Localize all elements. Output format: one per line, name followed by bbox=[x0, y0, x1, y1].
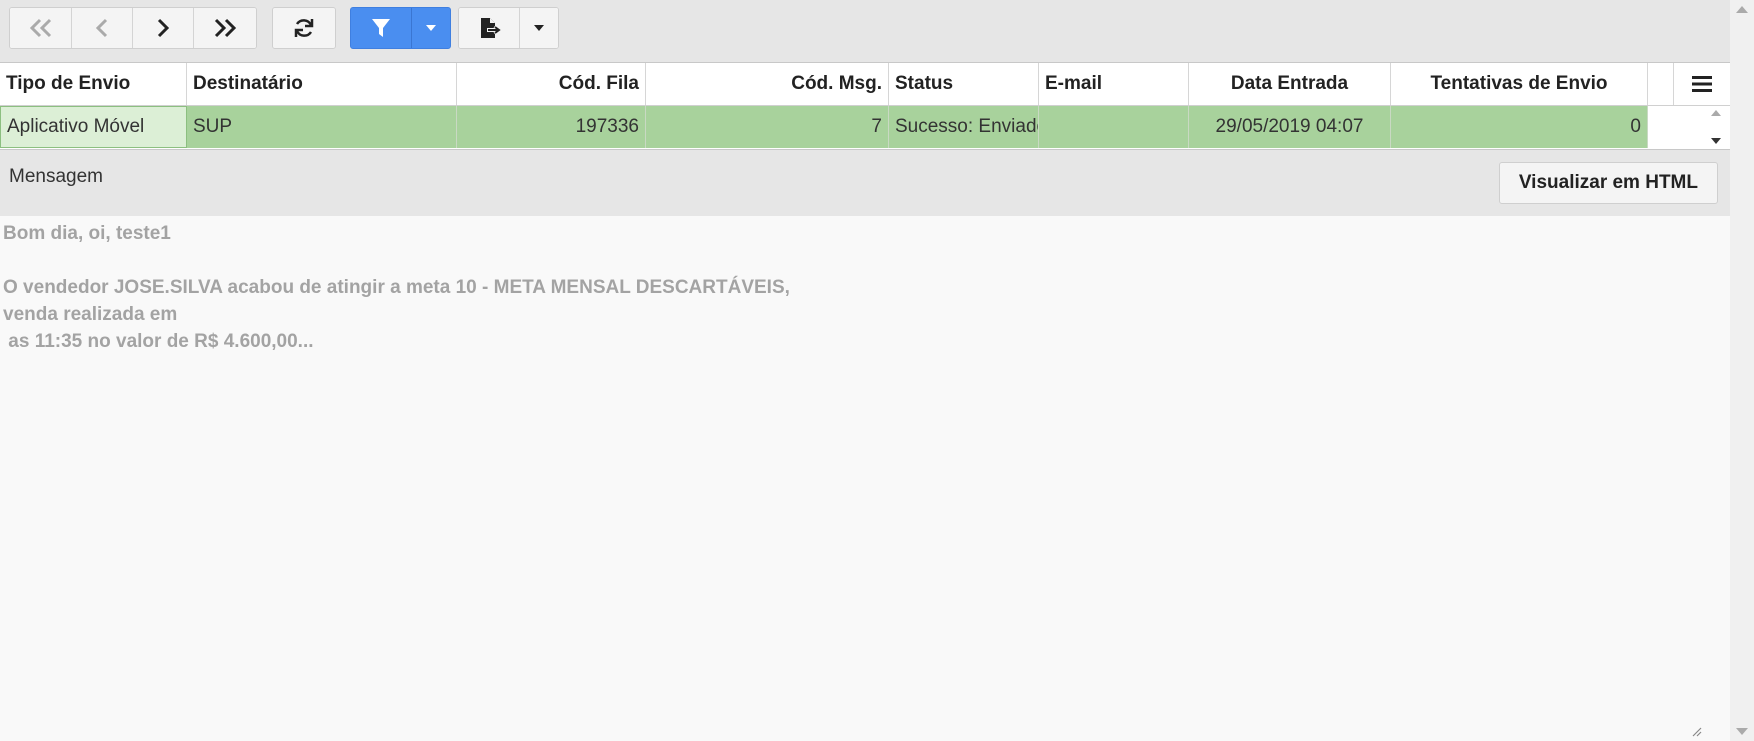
last-page-button[interactable] bbox=[194, 8, 256, 48]
refresh-group bbox=[272, 7, 336, 49]
view-html-button[interactable]: Visualizar em HTML bbox=[1498, 162, 1718, 204]
message-text: Bom dia, oi, teste1 O vendedor JOSE.SILV… bbox=[3, 223, 790, 352]
first-page-icon bbox=[29, 18, 51, 38]
message-label: Mensagem bbox=[9, 166, 103, 187]
column-header-tipo-envio[interactable]: Tipo de Envio bbox=[0, 63, 187, 105]
menu-icon bbox=[1692, 76, 1712, 92]
column-menu-button[interactable] bbox=[1673, 63, 1730, 105]
cell-cod-fila[interactable]: 197336 bbox=[457, 106, 646, 148]
cell-tipo-envio[interactable]: Aplicativo Móvel bbox=[0, 106, 187, 148]
previous-page-button[interactable] bbox=[72, 8, 133, 48]
cell-cod-msg[interactable]: 7 bbox=[646, 106, 889, 148]
export-button[interactable] bbox=[459, 8, 520, 48]
scroll-up-icon bbox=[1711, 110, 1721, 116]
first-page-button[interactable] bbox=[10, 8, 72, 48]
next-page-icon bbox=[157, 18, 170, 38]
data-grid: Tipo de Envio Destinatário Cód. Fila Cód… bbox=[0, 62, 1730, 150]
column-header-data-entrada[interactable]: Data Entrada bbox=[1189, 63, 1391, 105]
message-body[interactable]: Bom dia, oi, teste1 O vendedor JOSE.SILV… bbox=[0, 216, 1730, 741]
export-group bbox=[458, 7, 559, 49]
message-header: Mensagem Visualizar em HTML bbox=[0, 150, 1730, 216]
export-icon bbox=[481, 18, 501, 38]
grid-header: Tipo de Envio Destinatário Cód. Fila Cód… bbox=[0, 63, 1730, 106]
caret-down-icon bbox=[534, 25, 544, 31]
column-header-tentativas[interactable]: Tentativas de Envio bbox=[1391, 63, 1648, 105]
export-dropdown-button[interactable] bbox=[520, 8, 558, 48]
column-header-cod-fila[interactable]: Cód. Fila bbox=[457, 63, 646, 105]
resize-handle-icon[interactable] bbox=[1690, 725, 1702, 737]
column-header-status[interactable]: Status bbox=[889, 63, 1039, 105]
refresh-icon bbox=[294, 19, 314, 37]
pagination-group bbox=[9, 7, 257, 49]
filter-icon bbox=[372, 19, 390, 37]
cell-destinatario[interactable]: SUP bbox=[187, 106, 457, 148]
grid-scrollbar[interactable] bbox=[1702, 106, 1730, 148]
cell-email[interactable] bbox=[1039, 106, 1189, 148]
column-header-cod-msg[interactable]: Cód. Msg. bbox=[646, 63, 889, 105]
cell-status[interactable]: Sucesso: Enviado bbox=[889, 106, 1039, 148]
page-scrollbar[interactable] bbox=[1730, 0, 1754, 741]
scroll-down-icon bbox=[1711, 138, 1721, 144]
cell-tentativas[interactable]: 0 bbox=[1391, 106, 1648, 148]
cell-data-entrada[interactable]: 29/05/2019 04:07 bbox=[1189, 106, 1391, 148]
previous-page-icon bbox=[95, 18, 108, 38]
scroll-up-icon[interactable] bbox=[1736, 6, 1748, 13]
filter-dropdown-button[interactable] bbox=[412, 8, 450, 48]
toolbar bbox=[0, 0, 1730, 60]
last-page-icon bbox=[214, 18, 237, 38]
caret-down-icon bbox=[426, 25, 436, 31]
column-header-email[interactable]: E-mail bbox=[1039, 63, 1189, 105]
table-row[interactable]: Aplicativo Móvel SUP 197336 7 Sucesso: E… bbox=[0, 106, 1730, 148]
filter-button[interactable] bbox=[351, 8, 412, 48]
next-page-button[interactable] bbox=[133, 8, 194, 48]
filter-group bbox=[350, 7, 451, 49]
scroll-down-icon[interactable] bbox=[1736, 728, 1748, 735]
column-header-destinatario[interactable]: Destinatário bbox=[187, 63, 457, 105]
refresh-button[interactable] bbox=[273, 8, 335, 48]
